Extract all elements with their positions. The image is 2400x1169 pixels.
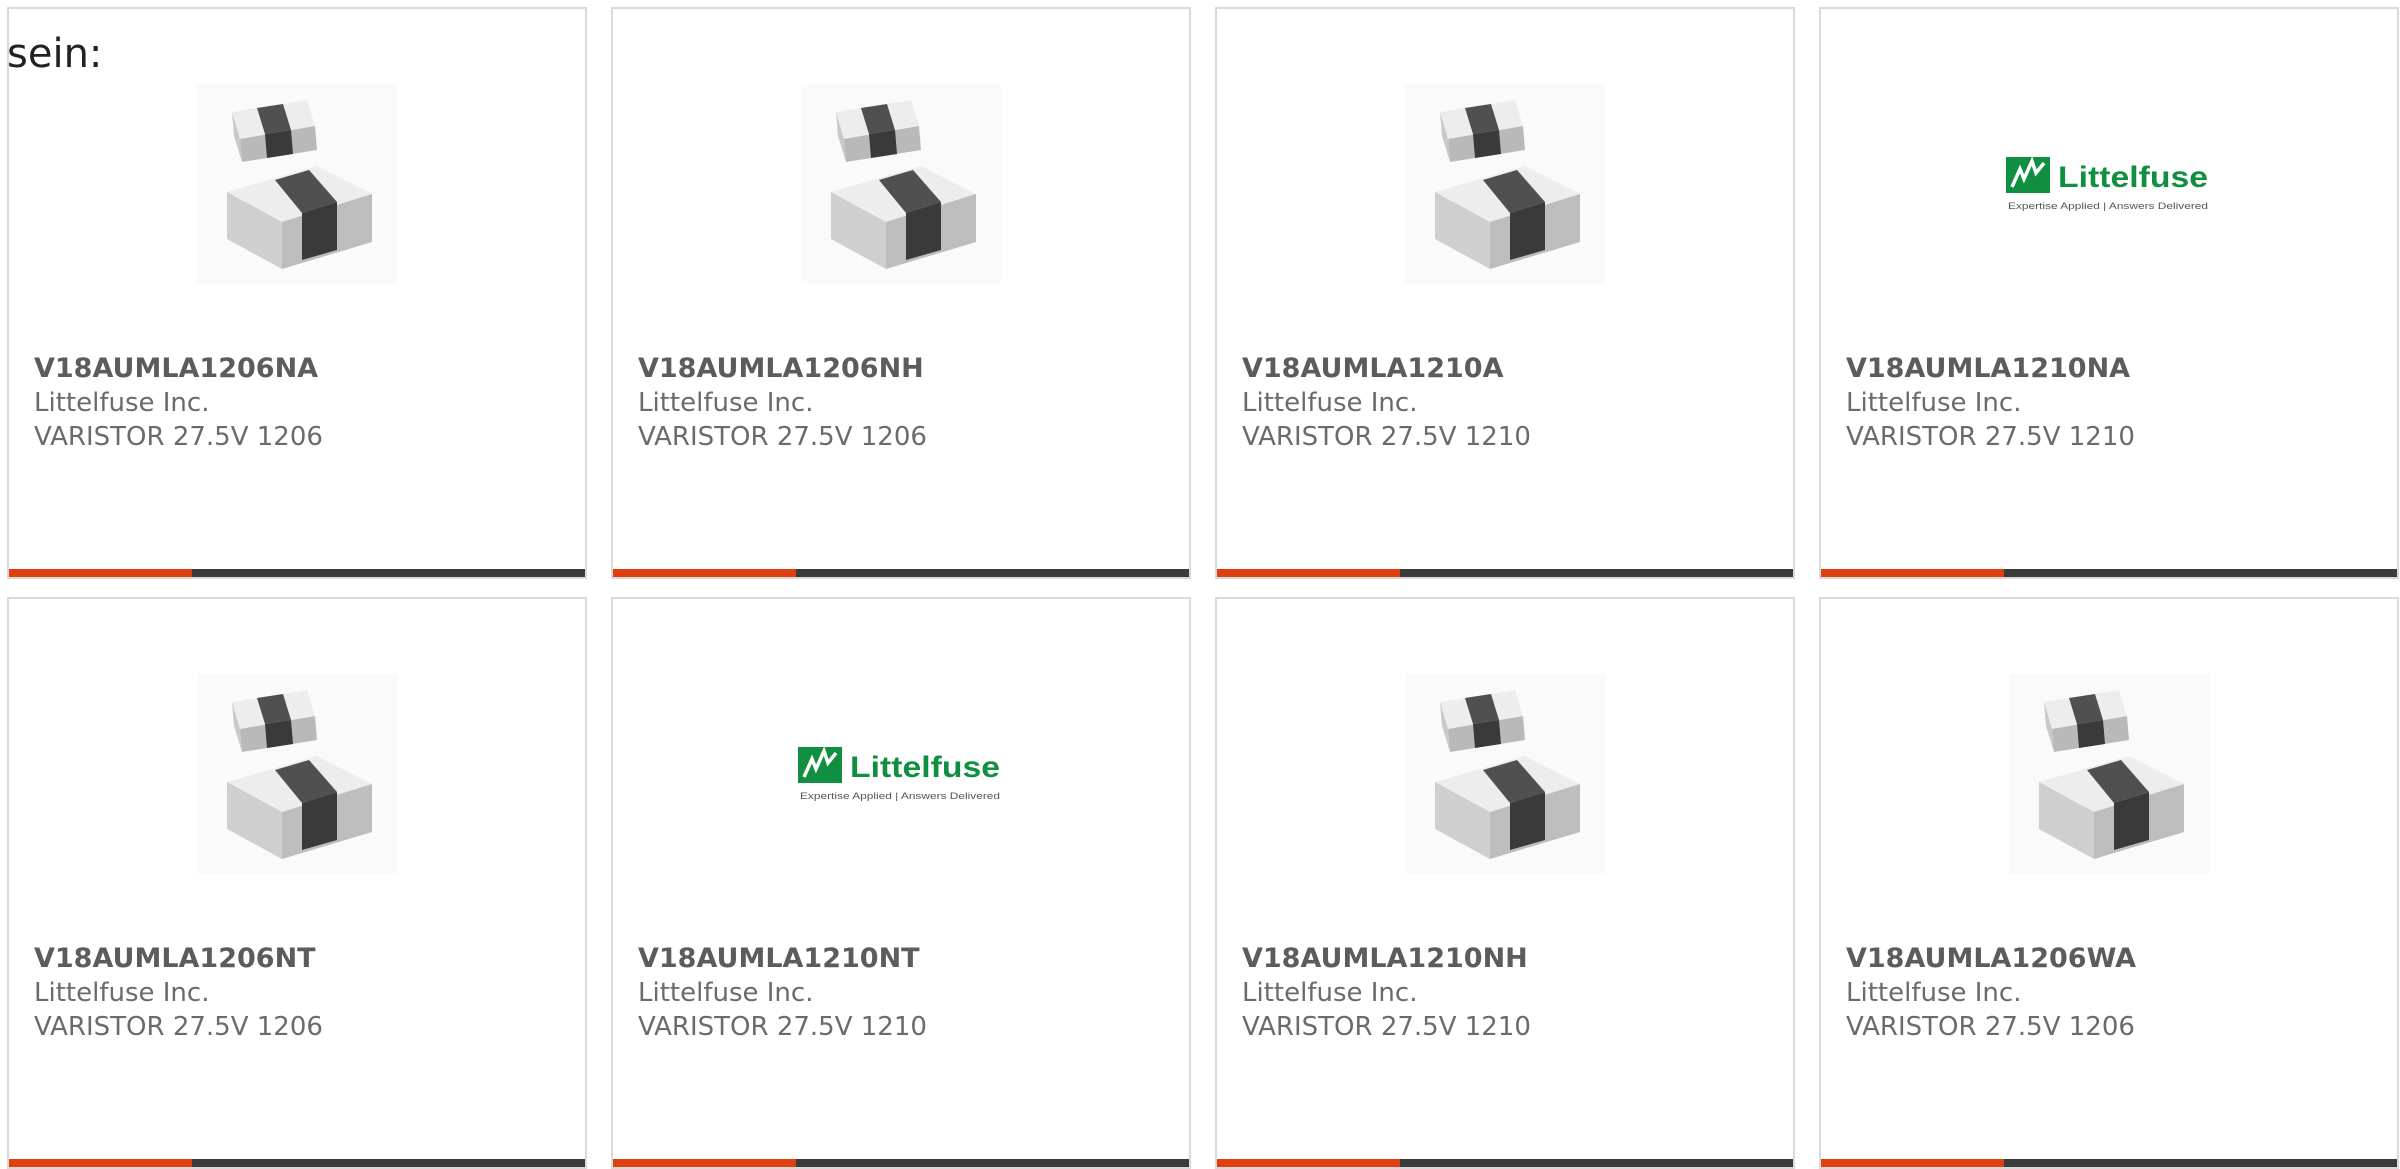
manufacturer: Littelfuse Inc.	[638, 978, 814, 1008]
smd-chip-varistor-icon	[801, 84, 1001, 284]
product-card[interactable]: Littelfuse Expertise Applied | Answers D…	[1819, 7, 2399, 579]
product-card[interactable]: V18AUMLA1210A Littelfuse Inc. VARISTOR 2…	[1215, 7, 1795, 579]
description: VARISTOR 27.5V 1206	[34, 1012, 323, 1042]
smd-chip-varistor-icon	[1405, 84, 1605, 284]
product-card[interactable]: V18AUMLA1206NA Littelfuse Inc. VARISTOR …	[7, 7, 587, 579]
svg-text:Littelfuse: Littelfuse	[2058, 161, 2208, 194]
littelfuse-logo: Littelfuse Expertise Applied | Answers D…	[2006, 156, 2208, 212]
manufacturer: Littelfuse Inc.	[34, 388, 210, 418]
smd-chip-varistor-icon	[1405, 674, 1605, 874]
card-accent-bar	[613, 1159, 1189, 1167]
part-number[interactable]: V18AUMLA1210NT	[638, 942, 1169, 976]
manufacturer: Littelfuse Inc.	[34, 978, 210, 1008]
part-number[interactable]: V18AUMLA1210A	[1242, 352, 1773, 386]
part-number[interactable]: V18AUMLA1206NH	[638, 352, 1169, 386]
description: VARISTOR 27.5V 1210	[1242, 422, 1531, 452]
smd-chip-varistor-icon	[197, 674, 397, 874]
part-number[interactable]: V18AUMLA1206NT	[34, 942, 565, 976]
smd-chip-varistor-icon	[2009, 674, 2209, 874]
product-image	[1821, 669, 2397, 879]
card-accent-bar	[9, 1159, 585, 1167]
description: VARISTOR 27.5V 1210	[1242, 1012, 1531, 1042]
product-grid: V18AUMLA1206NA Littelfuse Inc. VARISTOR …	[7, 7, 2399, 1169]
description: VARISTOR 27.5V 1206	[638, 422, 927, 452]
product-image	[1217, 79, 1793, 289]
product-image: Littelfuse Expertise Applied | Answers D…	[1821, 79, 2397, 289]
product-image	[9, 79, 585, 289]
product-image: Littelfuse Expertise Applied | Answers D…	[613, 669, 1189, 879]
card-accent-bar	[1217, 1159, 1793, 1167]
intro-text: sein:	[7, 31, 103, 77]
product-card[interactable]: V18AUMLA1206NT Littelfuse Inc. VARISTOR …	[7, 597, 587, 1169]
card-accent-bar	[9, 569, 585, 577]
product-card[interactable]: Littelfuse Expertise Applied | Answers D…	[611, 597, 1191, 1169]
manufacturer: Littelfuse Inc.	[1242, 388, 1418, 418]
card-accent-bar	[1821, 569, 2397, 577]
svg-text:Littelfuse: Littelfuse	[850, 751, 1000, 784]
product-image	[1217, 669, 1793, 879]
product-image	[613, 79, 1189, 289]
part-number[interactable]: V18AUMLA1210NH	[1242, 942, 1773, 976]
manufacturer: Littelfuse Inc.	[638, 388, 814, 418]
part-number[interactable]: V18AUMLA1206WA	[1846, 942, 2377, 976]
description: VARISTOR 27.5V 1206	[1846, 1012, 2135, 1042]
card-accent-bar	[613, 569, 1189, 577]
product-card[interactable]: V18AUMLA1210NH Littelfuse Inc. VARISTOR …	[1215, 597, 1795, 1169]
product-card[interactable]: V18AUMLA1206WA Littelfuse Inc. VARISTOR …	[1819, 597, 2399, 1169]
card-accent-bar	[1821, 1159, 2397, 1167]
card-accent-bar	[1217, 569, 1793, 577]
description: VARISTOR 27.5V 1206	[34, 422, 323, 452]
description: VARISTOR 27.5V 1210	[638, 1012, 927, 1042]
product-image	[9, 669, 585, 879]
smd-chip-varistor-icon	[197, 84, 397, 284]
littelfuse-logo: Littelfuse Expertise Applied | Answers D…	[798, 746, 1000, 802]
svg-text:Expertise Applied | Answers De: Expertise Applied | Answers Delivered	[2008, 201, 2208, 212]
manufacturer: Littelfuse Inc.	[1846, 978, 2022, 1008]
description: VARISTOR 27.5V 1210	[1846, 422, 2135, 452]
part-number[interactable]: V18AUMLA1210NA	[1846, 352, 2377, 386]
manufacturer: Littelfuse Inc.	[1846, 388, 2022, 418]
svg-text:Expertise Applied | Answers De: Expertise Applied | Answers Delivered	[800, 791, 1000, 802]
product-card[interactable]: V18AUMLA1206NH Littelfuse Inc. VARISTOR …	[611, 7, 1191, 579]
manufacturer: Littelfuse Inc.	[1242, 978, 1418, 1008]
part-number[interactable]: V18AUMLA1206NA	[34, 352, 565, 386]
